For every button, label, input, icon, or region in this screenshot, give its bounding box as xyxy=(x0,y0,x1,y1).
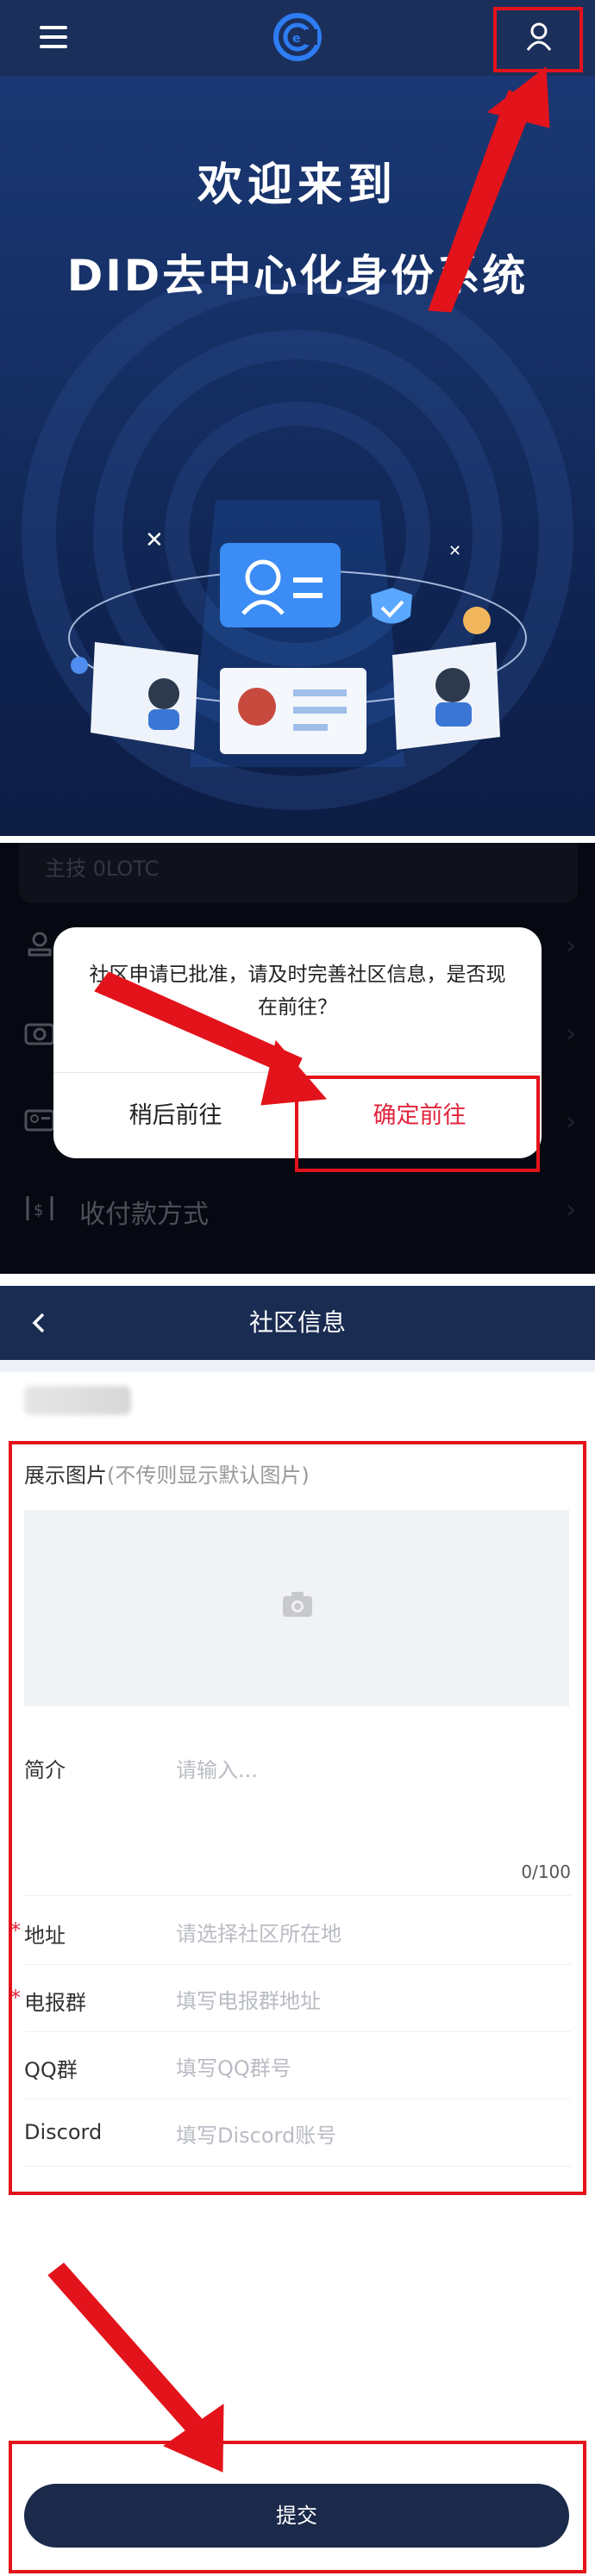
svg-text:e: e xyxy=(292,32,301,46)
page-title: 社区信息 xyxy=(248,1308,346,1337)
welcome-title-line2: DID去中心化身份系统 xyxy=(66,251,529,301)
menu-icon[interactable] xyxy=(40,26,67,48)
svg-text:✕: ✕ xyxy=(448,542,461,560)
svg-text:✕: ✕ xyxy=(145,527,164,553)
highlight-user-icon xyxy=(493,7,583,72)
back-arrow-icon[interactable] xyxy=(28,1307,52,1338)
later-button[interactable]: 稍后前往 xyxy=(53,1074,298,1158)
dialog-message: 社区申请已批准，请及时完善社区信息，是否现在前往？ xyxy=(89,964,506,1019)
blurred-community-name xyxy=(24,1386,131,1415)
did-illustration: ✕ ✕ xyxy=(22,284,573,810)
dialog-divider xyxy=(53,1072,542,1073)
approval-dialog-screen: 主技 0LOTC › › › $ 收付款方式 › 社区申请已批准，请及时完善社区… xyxy=(0,843,595,1274)
welcome-screen: ✕ ✕ e 欢迎来到 DID去中心化身份系统 xyxy=(0,0,595,836)
welcome-title-line1: 欢迎来到 xyxy=(197,159,398,211)
highlight-community-form xyxy=(9,1441,586,2195)
highlight-confirm-button xyxy=(295,1076,540,1172)
highlight-submit-button xyxy=(9,2441,586,2573)
header-divider xyxy=(0,1360,595,1372)
did-logo-icon[interactable]: e xyxy=(272,12,323,62)
community-header: 社区信息 xyxy=(0,1286,595,1360)
